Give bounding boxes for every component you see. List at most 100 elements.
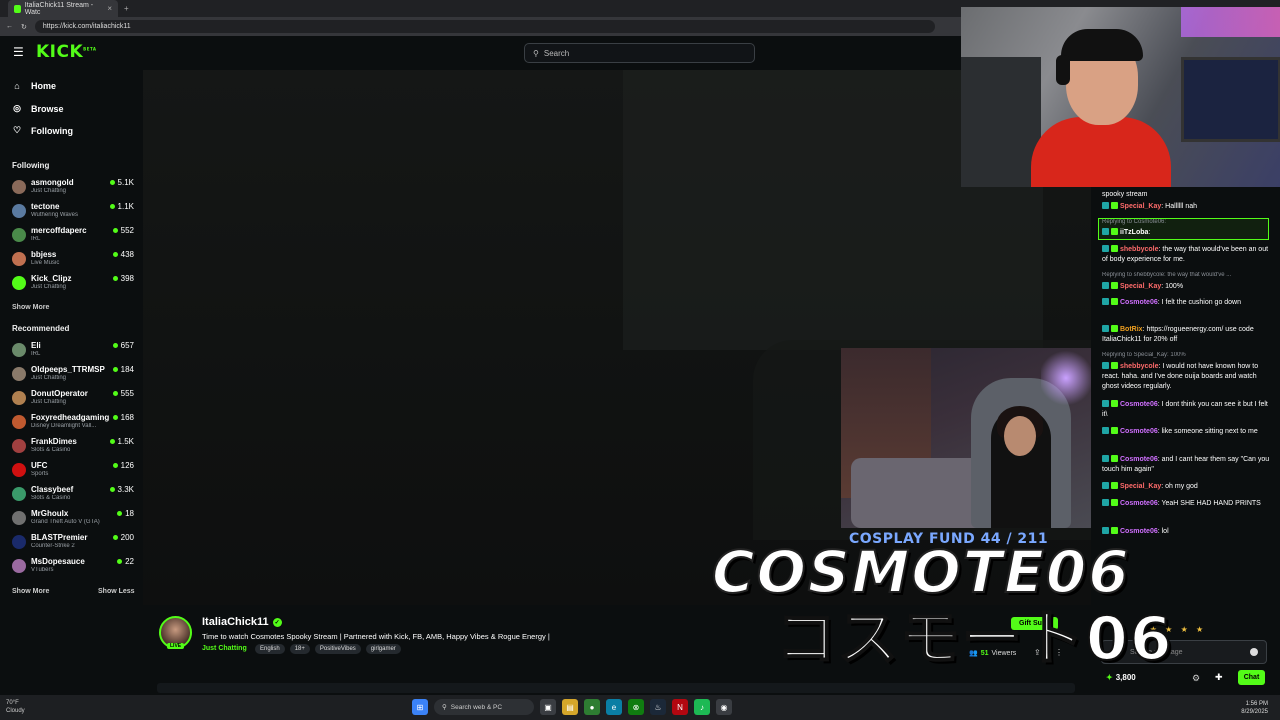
live-dot-icon <box>109 439 115 444</box>
channel-category: VTubers <box>31 567 54 573</box>
obs-icon[interactable]: ◉ <box>716 699 732 715</box>
netflix-icon[interactable]: N <box>672 699 688 715</box>
kick-logo[interactable]: KICKBETA <box>36 42 96 62</box>
cam1-monitor <box>1181 57 1280 142</box>
stream-tag[interactable]: PositiveVibes <box>314 644 361 654</box>
channel-category: Slots & Casino <box>31 447 71 453</box>
reload-icon[interactable]: ↻ <box>21 23 27 31</box>
chat-username[interactable]: shebbycole <box>1120 363 1159 370</box>
nav-home[interactable]: ⌂ Home <box>12 81 56 91</box>
channel-category: Just Chatting <box>31 375 67 381</box>
channel-viewers: 1.1K <box>109 202 134 211</box>
streamer-name-text: ItaliaChick11 <box>202 616 269 628</box>
menu-icon[interactable]: ☰ <box>13 46 24 58</box>
chat-username[interactable]: Cosmote06 <box>1120 401 1158 408</box>
channel-viewers: 22 <box>117 557 134 566</box>
chat-sub-badge-icon <box>1111 325 1118 332</box>
edge-icon[interactable]: e <box>606 699 622 715</box>
channel-viewer-count: 555 <box>120 389 134 398</box>
sidebar-channel[interactable]: BLASTPremier Counter-Strike 2 200 <box>12 532 134 554</box>
chat-username[interactable]: iiTzLoba <box>1120 229 1148 236</box>
streamer-name[interactable]: ItaliaChick11 ✓ <box>202 616 282 628</box>
chat-gift-icon[interactable]: ✚ <box>1215 672 1223 683</box>
windows-start-icon[interactable]: ⊞ <box>412 699 428 715</box>
sidebar-channel[interactable]: MsDopesauce VTubers 22 <box>12 556 134 578</box>
sidebar-channel[interactable]: MrGhoulx Grand Theft Auto V (GTA) 18 <box>12 508 134 530</box>
sidebar-channel[interactable]: bbjess Live Music 438 <box>12 249 134 271</box>
channel-name: FrankDimes <box>31 437 77 446</box>
taskbar-search[interactable]: ⚲ Search web & PC <box>434 699 534 715</box>
channel-viewer-count: 18 <box>125 509 134 518</box>
channel-avatar <box>12 535 26 549</box>
category-link[interactable]: Just Chatting <box>202 645 247 652</box>
nav-home-label: Home <box>31 81 57 91</box>
steam-icon[interactable]: ♨ <box>650 699 666 715</box>
chat-username[interactable]: Special_Kay <box>1120 283 1161 290</box>
new-tab-icon[interactable]: + <box>124 4 129 13</box>
channel-viewers: 398 <box>112 274 134 283</box>
chat-message: Cosmote06: and I cant hear them say "Can… <box>1102 455 1272 475</box>
emoji-icon[interactable] <box>1250 648 1258 656</box>
stream-tag[interactable]: 18+ <box>289 644 310 654</box>
chat-badge-icon <box>1102 455 1109 462</box>
sidebar-channel[interactable]: mercoffdaperc IRL 552 <box>12 225 134 247</box>
streamer-webcam-overlay <box>841 348 1091 528</box>
following-title: Following <box>12 161 50 170</box>
show-more-recommended-button[interactable]: Show More <box>12 588 49 595</box>
channel-avatar <box>12 559 26 573</box>
url-field[interactable]: https://kick.com/italiachick11 <box>34 20 935 33</box>
browser-tab[interactable]: ItaliaChick11 Stream - Watc × <box>8 0 118 17</box>
weather-widget[interactable]: 70°F Cloudy <box>6 699 25 715</box>
show-more-following-button[interactable]: Show More <box>12 304 49 311</box>
weather-temp: 70°F <box>6 700 19 706</box>
chat-username[interactable]: BotRix <box>1120 326 1143 333</box>
nav-browse[interactable]: ◎ Browse <box>12 103 63 114</box>
chrome-icon[interactable]: ● <box>584 699 600 715</box>
chat-username[interactable]: Special_Kay <box>1120 203 1161 210</box>
channel-avatar <box>12 180 26 194</box>
chat-username[interactable]: Special_Kay <box>1120 483 1161 490</box>
chat-username[interactable]: Cosmote06 <box>1120 456 1158 463</box>
channel-name: Kick_Clipz <box>31 274 72 283</box>
sidebar-channel[interactable]: tectone Wuthering Waves 1.1K <box>12 201 134 223</box>
chat-settings-icon[interactable]: ⚙ <box>1192 673 1200 684</box>
nav-following[interactable]: ♡ Following <box>12 125 73 136</box>
task-view-icon[interactable]: ▣ <box>540 699 556 715</box>
chat-reply-context: Replying to Cosmote06: <box>1102 219 1167 225</box>
xbox-icon[interactable]: ⊗ <box>628 699 644 715</box>
tab-close-icon[interactable]: × <box>107 4 112 13</box>
stream-tag[interactable]: girlgamer <box>365 644 401 654</box>
file-explorer-icon[interactable]: ▤ <box>562 699 578 715</box>
search-icon: ⚲ <box>533 48 539 58</box>
taskbar-clock[interactable]: 1:56 PM 8/29/2025 <box>1241 700 1268 716</box>
chat-reply-context: Replying to shebbycole: the way that wou… <box>1102 272 1232 278</box>
cam1-shelf <box>961 57 1041 187</box>
chat-message: Cosmote06: I felt the cushion go down <box>1102 298 1272 308</box>
chat-username[interactable]: shebbycole <box>1120 246 1159 253</box>
sidebar-channel[interactable]: Foxyredheadgaming Disney Dreamlight Vall.… <box>12 412 134 434</box>
sidebar-channel[interactable]: Oldpeeps_TTRMSP Just Chatting 184 <box>12 364 134 386</box>
search-input[interactable]: ⚲ Search <box>524 43 755 63</box>
chat-username[interactable]: Cosmote06 <box>1120 500 1158 507</box>
back-icon[interactable]: ← <box>6 23 13 30</box>
channel-viewer-count: 398 <box>120 274 134 283</box>
chat-username[interactable]: Cosmote06 <box>1120 528 1158 535</box>
sidebar-channel[interactable]: Classybeef Slots & Casino 3.3K <box>12 484 134 506</box>
show-less-button[interactable]: Show Less <box>98 588 135 595</box>
sidebar-channel[interactable]: DonutOperator Just Chatting 555 <box>12 388 134 410</box>
channel-viewer-count: 438 <box>120 250 134 259</box>
chat-message: Cosmote06: YeaH SHE HAD HAND PRINTS <box>1102 499 1272 509</box>
sidebar-channel[interactable]: UFC Sports 126 <box>12 460 134 482</box>
sidebar-channel[interactable]: Eli IRL 657 <box>12 340 134 362</box>
chat-username[interactable]: Cosmote06 <box>1120 299 1158 306</box>
stream-tag[interactable]: English <box>255 644 285 654</box>
spotify-icon[interactable]: ♪ <box>694 699 710 715</box>
chat-username[interactable]: Cosmote06 <box>1120 428 1158 435</box>
sidebar-channel[interactable]: FrankDimes Slots & Casino 1.5K <box>12 436 134 458</box>
chat-send-button[interactable]: Chat <box>1238 670 1265 685</box>
chat-text: : lol <box>1157 528 1169 535</box>
sidebar-channel[interactable]: Kick_Clipz Just Chatting 398 <box>12 273 134 295</box>
live-dot-icon <box>112 276 118 281</box>
sidebar-channel[interactable]: asmongold Just Chatting 5.1K <box>12 177 134 199</box>
channel-avatar <box>12 391 26 405</box>
